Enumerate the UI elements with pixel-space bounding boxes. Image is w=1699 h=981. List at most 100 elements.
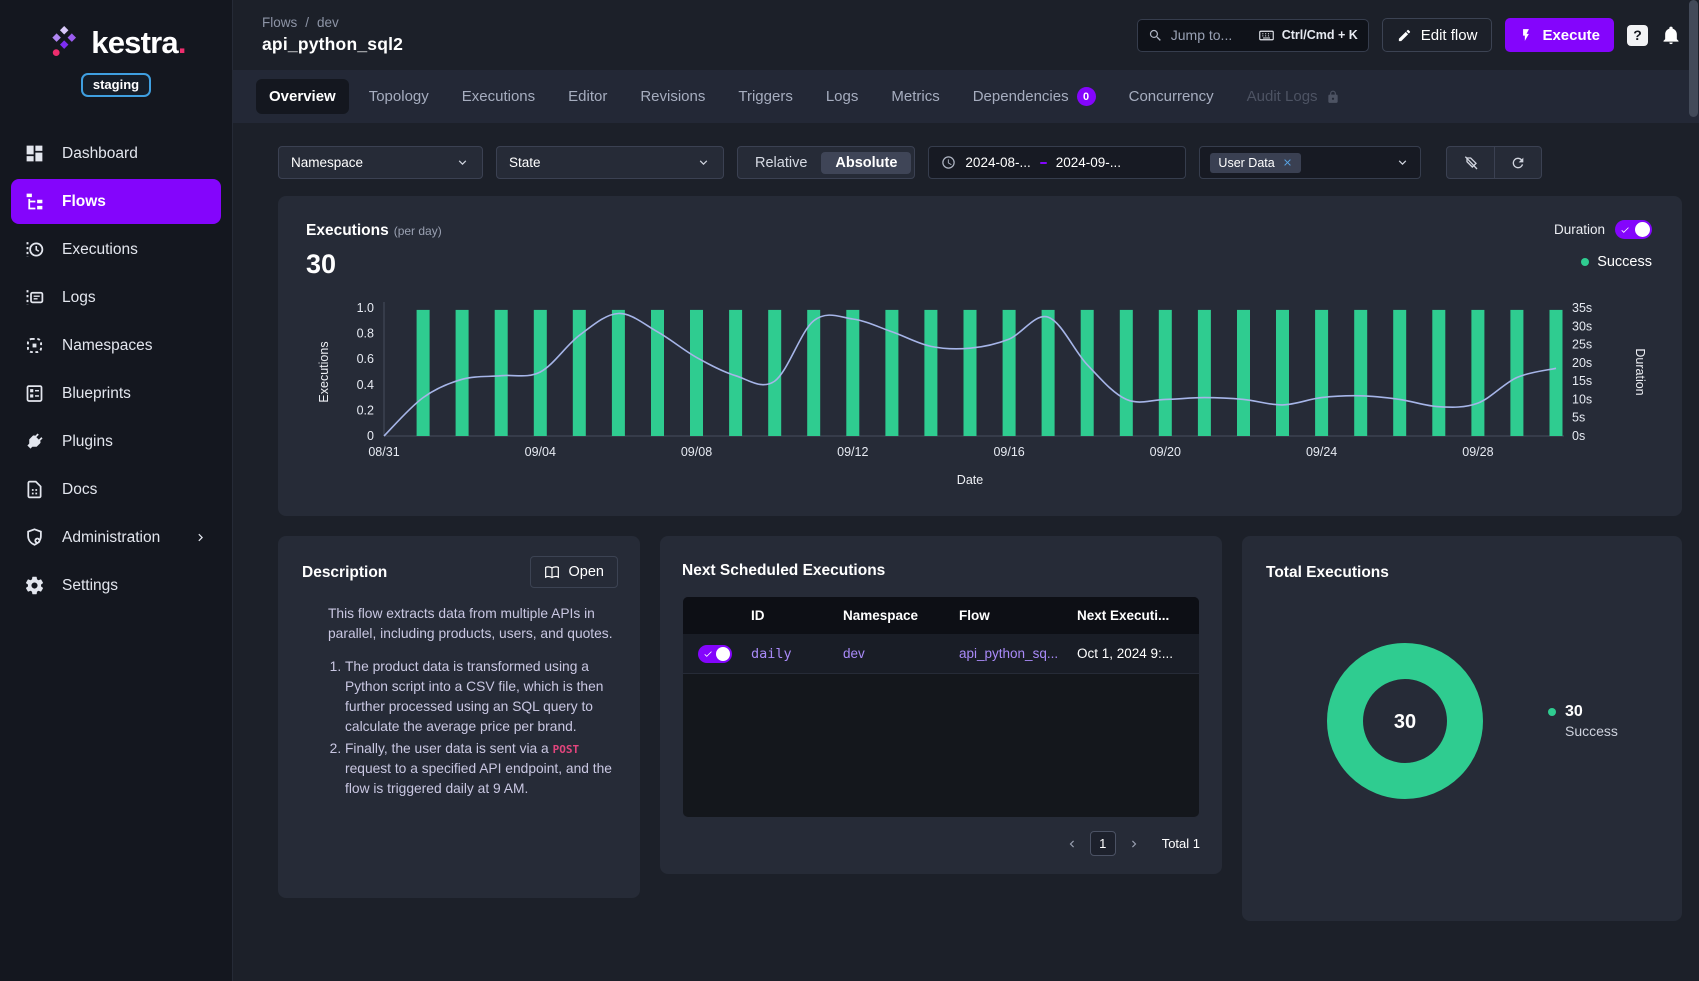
open-description-button[interactable]: Open [530, 556, 618, 588]
keyboard-icon [1258, 27, 1275, 44]
scope-filter-select[interactable]: User Data [1199, 146, 1421, 179]
clear-labels-button[interactable] [1447, 147, 1494, 178]
date-separator [1040, 162, 1047, 164]
description-body: This flow extracts data from multiple AP… [328, 604, 616, 799]
tab-label: Audit Logs [1247, 88, 1318, 105]
total-executions-card: Total Executions 30 30 Success [1242, 536, 1682, 921]
content: Namespace State Relative Absolute 2024-0… [233, 123, 1699, 981]
tab-editor[interactable]: Editor [555, 79, 620, 114]
tab-concurrency[interactable]: Concurrency [1116, 79, 1227, 114]
page-number[interactable]: 1 [1090, 831, 1116, 856]
next-page-button[interactable] [1123, 832, 1145, 856]
duration-toggle[interactable] [1615, 220, 1652, 239]
execute-button[interactable]: Execute [1505, 18, 1614, 52]
relative-option[interactable]: Relative [741, 152, 821, 174]
tab-label: Topology [369, 88, 429, 105]
pagination-total: Total 1 [1162, 836, 1200, 851]
breadcrumb-flows[interactable]: Flows [262, 15, 297, 30]
namespaces-icon [24, 335, 45, 356]
page-title: api_python_sql2 [262, 34, 403, 55]
svg-text:0.6: 0.6 [357, 352, 374, 366]
chart-legend: Success [1581, 254, 1652, 270]
sidebar-item-flows[interactable]: Flows [11, 179, 221, 224]
tab-label: Dependencies [973, 88, 1069, 105]
label-off-icon [1463, 155, 1479, 171]
sidebar-item-label: Dashboard [62, 145, 138, 163]
date-range-picker[interactable]: 2024-08-... 2024-09-... [928, 146, 1186, 179]
svg-text:Duration: Duration [1633, 348, 1647, 395]
flow-tabs: Overview Topology Executions EditorRevision… [233, 70, 1699, 123]
trigger-enabled-toggle[interactable] [698, 645, 732, 663]
kestra-app: kestra. staging DashboardFlowsExecutions… [0, 0, 1699, 981]
sidebar-item-label: Flows [62, 193, 106, 211]
svg-text:Executions: Executions [317, 341, 331, 402]
filter-bar: Namespace State Relative Absolute 2024-0… [278, 146, 1682, 179]
tab-metrics[interactable]: Metrics [878, 79, 952, 114]
tab-logs[interactable]: Logs [813, 79, 872, 114]
logs-icon [24, 287, 45, 308]
namespace-filter-select[interactable]: Namespace [278, 146, 483, 179]
schedule-card-title: Next Scheduled Executions [682, 562, 1200, 580]
tab-dependencies[interactable]: Dependencies0 [960, 78, 1109, 115]
tab-label: Executions [462, 88, 535, 105]
namespace-cell[interactable]: dev [839, 646, 955, 661]
sidebar-item-administration[interactable]: Administration [11, 515, 221, 560]
success-legend-label: Success [1597, 254, 1652, 270]
close-icon[interactable] [1282, 157, 1293, 168]
clock-icon [941, 155, 956, 170]
flow-link-cell[interactable]: api_python_sq... [955, 646, 1073, 661]
svg-text:10s: 10s [1572, 392, 1592, 406]
sidebar-item-namespaces[interactable]: Namespaces [11, 323, 221, 368]
svg-text:0: 0 [367, 429, 374, 443]
dashboard-icon [24, 143, 45, 164]
absolute-option[interactable]: Absolute [821, 152, 911, 174]
breadcrumb-namespace[interactable]: dev [317, 15, 339, 30]
sidebar-item-dashboard[interactable]: Dashboard [11, 131, 221, 176]
executions-icon [24, 239, 45, 260]
search-placeholder: Jump to... [1171, 27, 1232, 43]
post-code-token: POST [553, 743, 580, 756]
description-card: Description Open This flow extracts data… [278, 536, 640, 898]
sidebar-item-docs[interactable]: Docs [11, 467, 221, 512]
sidebar-item-settings[interactable]: Settings [11, 563, 221, 608]
help-button[interactable]: ? [1627, 25, 1648, 46]
refresh-button[interactable] [1494, 147, 1541, 178]
notifications-bell-icon[interactable] [1661, 25, 1681, 45]
svg-text:20s: 20s [1572, 356, 1592, 370]
donut-legend: 30 Success [1548, 703, 1618, 739]
tab-triggers[interactable]: Triggers [725, 79, 805, 114]
schedule-table-row[interactable]: dailydevapi_python_sq...Oct 1, 2024 9:..… [683, 634, 1199, 674]
svg-text:0.8: 0.8 [357, 327, 374, 341]
sidebar-item-blueprints[interactable]: Blueprints [11, 371, 221, 416]
end-date[interactable]: 2024-09-... [1056, 155, 1121, 170]
blueprints-icon [24, 383, 45, 404]
svg-text:0s: 0s [1572, 429, 1585, 443]
description-list-item-2: Finally, the user data is sent via a POS… [345, 739, 616, 799]
svg-text:09/16: 09/16 [993, 445, 1024, 459]
search-icon [1148, 28, 1163, 43]
start-date[interactable]: 2024-08-... [965, 155, 1030, 170]
tab-revisions[interactable]: Revisions [627, 79, 718, 114]
state-filter-select[interactable]: State [496, 146, 724, 179]
tab-overview[interactable]: Overview [256, 79, 349, 114]
sidebar-item-plugins[interactable]: Plugins [11, 419, 221, 464]
edit-flow-button[interactable]: Edit flow [1382, 18, 1493, 52]
tab-topology[interactable]: Topology [356, 79, 442, 114]
total-executions-donut: 30 [1314, 630, 1496, 812]
sidebar-item-label: Executions [62, 241, 138, 259]
kestra-logo-icon [46, 24, 82, 60]
previous-page-button[interactable] [1061, 832, 1083, 856]
administration-icon [24, 527, 45, 548]
scrollbar-thumb[interactable] [1689, 0, 1698, 117]
sidebar-item-executions[interactable]: Executions [11, 227, 221, 272]
sidebar-item-logs[interactable]: Logs [11, 275, 221, 320]
next-execution-cell: Oct 1, 2024 9:... [1073, 646, 1199, 661]
sidebar-item-label: Administration [62, 529, 160, 547]
sidebar-item-label: Docs [62, 481, 97, 499]
jump-to-search[interactable]: Jump to... Ctrl/Cmd + K [1137, 19, 1369, 52]
svg-text:09/20: 09/20 [1150, 445, 1181, 459]
tab-executions[interactable]: Executions [449, 79, 548, 114]
chevron-down-icon [696, 155, 711, 170]
chevron-right-icon [193, 530, 208, 545]
flows-icon [24, 191, 45, 212]
